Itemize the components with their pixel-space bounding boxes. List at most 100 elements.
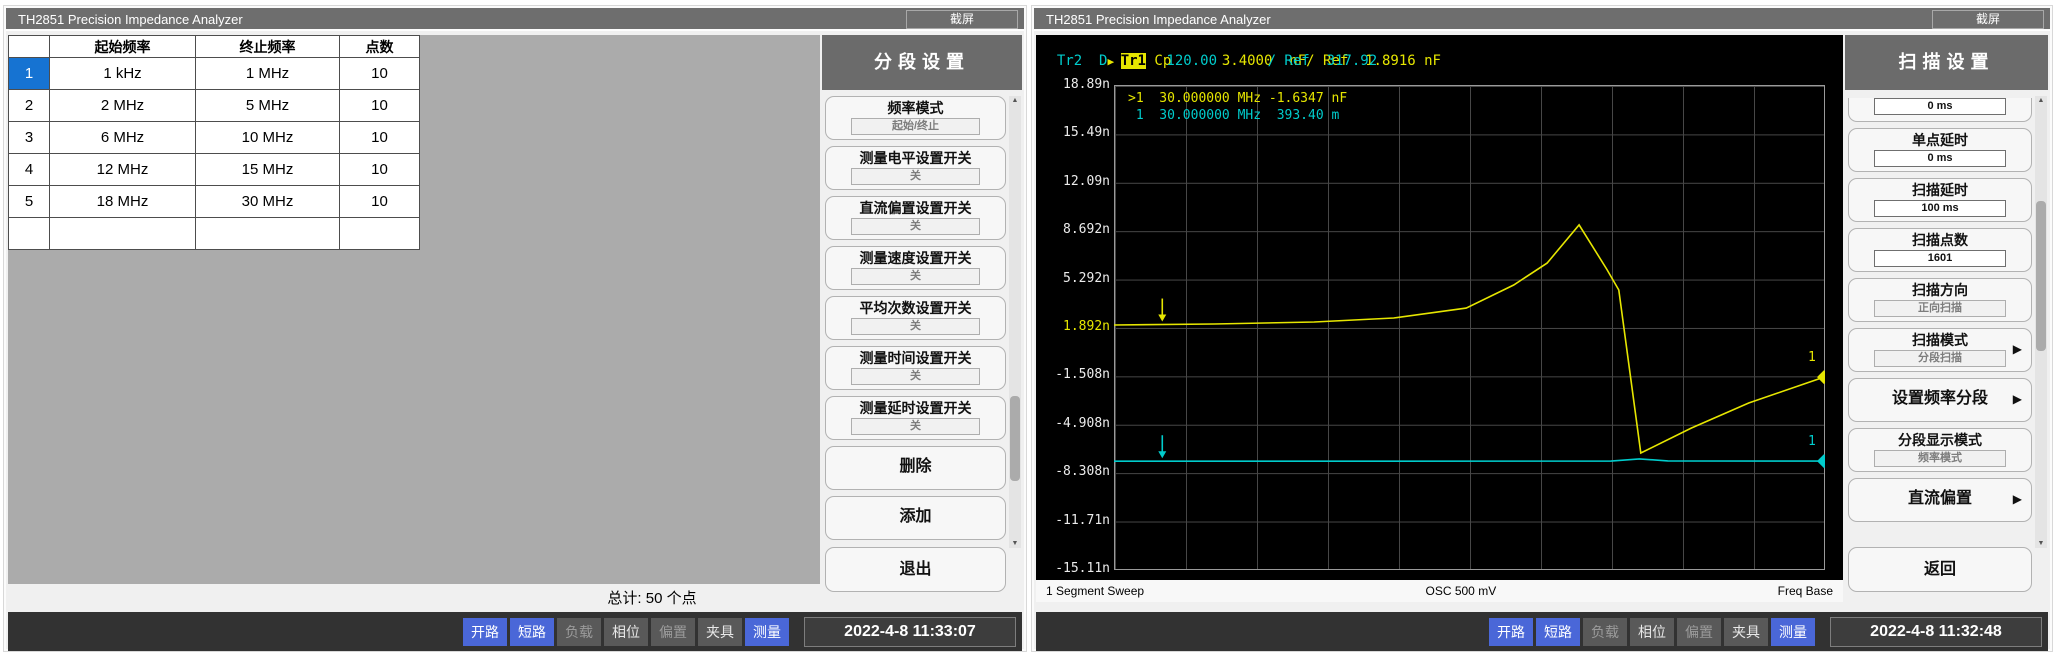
add-button[interactable]: 添加: [825, 496, 1006, 540]
button-label: 删除: [826, 447, 1005, 487]
button-label: 扫描延时: [1849, 179, 2031, 200]
button-label: 扫描模式: [1849, 329, 2031, 350]
row-stop[interactable]: [196, 218, 340, 250]
cal-fixture-button[interactable]: 夹具: [1724, 618, 1768, 646]
submenu-arrow-icon: ▶: [2013, 392, 2022, 406]
screenshot-button[interactable]: 截屏: [1932, 10, 2044, 29]
row-stop[interactable]: 5 MHz: [196, 90, 340, 122]
sweep-direction-button[interactable]: 扫描方向 正向扫描: [1848, 278, 2032, 322]
cal-open-button[interactable]: 开路: [1489, 618, 1533, 646]
cal-phase-button[interactable]: 相位: [604, 618, 648, 646]
table-row[interactable]: 4 12 MHz 15 MHz 10: [9, 154, 420, 186]
table-row[interactable]: 3 6 MHz 10 MHz 10: [9, 122, 420, 154]
row-start[interactable]: 18 MHz: [50, 186, 196, 218]
row-stop[interactable]: 1 MHz: [196, 58, 340, 90]
speed-switch-button[interactable]: 测量速度设置开关 关: [825, 246, 1006, 290]
scroll-thumb[interactable]: [1010, 396, 1020, 481]
set-freq-segments-button[interactable]: 设置频率分段 ▶: [1848, 378, 2032, 422]
row-start[interactable]: 6 MHz: [50, 122, 196, 154]
osc-level-label: OSC 500 mV: [1426, 584, 1497, 598]
y-tick-label: -1.508n: [1036, 367, 1110, 382]
measure-button[interactable]: 测量: [1771, 618, 1815, 646]
row-start[interactable]: [50, 218, 196, 250]
row-stop[interactable]: 15 MHz: [196, 154, 340, 186]
row-stop[interactable]: 10 MHz: [196, 122, 340, 154]
cal-load-button[interactable]: 负载: [1583, 618, 1627, 646]
clock: 2022-4-8 11:33:07: [804, 617, 1016, 647]
row-points[interactable]: 10: [340, 122, 420, 154]
scroll-up-icon[interactable]: ▲: [2035, 97, 2047, 104]
scroll-up-icon[interactable]: ▲: [1009, 97, 1021, 104]
row-points[interactable]: 10: [340, 90, 420, 122]
table-row[interactable]: 5 18 MHz 30 MHz 10: [9, 186, 420, 218]
table-row[interactable]: 1 1 kHz 1 MHz 10: [9, 58, 420, 90]
exit-button[interactable]: 退出: [825, 547, 1006, 592]
window-title: TH2851 Precision Impedance Analyzer: [6, 8, 1024, 31]
row-num[interactable]: 1: [9, 58, 50, 90]
row-num[interactable]: 2: [9, 90, 50, 122]
button-value: 频率模式: [1874, 450, 2005, 467]
scroll-down-icon[interactable]: ▼: [1009, 540, 1021, 547]
row-points[interactable]: 10: [340, 154, 420, 186]
segment-table[interactable]: 起始频率 终止频率 点数 1 1 kHz 1 MHz 10 2 2 MHz 5 …: [8, 35, 420, 250]
average-switch-button[interactable]: 平均次数设置开关 关: [825, 296, 1006, 340]
y-tick-label: 1.892n: [1036, 319, 1110, 334]
dc-bias-switch-button[interactable]: 直流偏置设置开关 关: [825, 196, 1006, 240]
meas-time-switch-button[interactable]: 测量时间设置开关 关: [825, 346, 1006, 390]
cal-open-button[interactable]: 开路: [463, 618, 507, 646]
button-value: 关: [851, 268, 980, 285]
table-row[interactable]: [9, 218, 420, 250]
button-value: 关: [851, 418, 980, 435]
cal-fixture-button[interactable]: 夹具: [698, 618, 742, 646]
scroll-down-icon[interactable]: ▼: [2035, 540, 2047, 547]
screen: TH2851 Precision Impedance Analyzer 截屏 起…: [0, 0, 2056, 655]
sweep-settings-window: TH2851 Precision Impedance Analyzer 截屏 ▶…: [1032, 6, 2052, 651]
row-points[interactable]: 10: [340, 58, 420, 90]
measure-button[interactable]: 测量: [745, 618, 789, 646]
sweep-delay-button[interactable]: 扫描延时 100 ms: [1848, 178, 2032, 222]
row-points[interactable]: [340, 218, 420, 250]
single-point-delay-button[interactable]: 单点延时 0 ms: [1848, 128, 2032, 172]
row-points[interactable]: 10: [340, 186, 420, 218]
button-label: 扫描点数: [1849, 229, 2031, 250]
level-switch-button[interactable]: 测量电平设置开关 关: [825, 146, 1006, 190]
col-header-num: [9, 36, 50, 58]
freq-mode-button[interactable]: 频率模式 起始/终止: [825, 96, 1006, 140]
button-label: 直流偏置设置开关: [826, 197, 1005, 218]
cal-short-button[interactable]: 短路: [510, 618, 554, 646]
row-num[interactable]: 5: [9, 186, 50, 218]
dc-bias-button[interactable]: 直流偏置 ▶: [1848, 478, 2032, 522]
table-header-row: 起始频率 终止频率 点数: [9, 36, 420, 58]
meas-delay-switch-button[interactable]: 测量延时设置开关 关: [825, 396, 1006, 440]
row-start[interactable]: 1 kHz: [50, 58, 196, 90]
cal-load-button[interactable]: 负载: [557, 618, 601, 646]
panel-scroll-area: 频率模式 起始/终止 测量电平设置开关 关 直流偏置设置开关 关 测量速度设置开…: [824, 96, 1007, 548]
back-button[interactable]: 返回: [1848, 547, 2032, 592]
submenu-arrow-icon: ▶: [2013, 342, 2022, 356]
chart-zone: ▶ Tr1 Cp 3.4000 nF/ Ref 1.8916 nF Tr2 D …: [1036, 35, 1843, 580]
row-start[interactable]: 2 MHz: [50, 90, 196, 122]
cal-short-button[interactable]: 短路: [1536, 618, 1580, 646]
screenshot-button[interactable]: 截屏: [906, 10, 1018, 29]
row-num[interactable]: 3: [9, 122, 50, 154]
delete-button[interactable]: 删除: [825, 446, 1006, 490]
row-start[interactable]: 12 MHz: [50, 154, 196, 186]
sweep-info-bar: 1 Segment Sweep OSC 500 mV Freq Base: [1036, 580, 1843, 602]
cal-bias-button[interactable]: 偏置: [651, 618, 695, 646]
segment-display-mode-button[interactable]: 分段显示模式 频率模式: [1848, 428, 2032, 472]
row-num[interactable]: [9, 218, 50, 250]
button-label: 测量电平设置开关: [826, 147, 1005, 168]
panel-scrollbar[interactable]: ▲ ▼: [2035, 96, 2047, 548]
svg-text:1: 1: [1808, 434, 1816, 449]
row-stop[interactable]: 30 MHz: [196, 186, 340, 218]
button-value: 分段扫描: [1874, 350, 2005, 367]
sweep-points-button[interactable]: 扫描点数 1601: [1848, 228, 2032, 272]
panel-scrollbar[interactable]: ▲ ▼: [1009, 96, 1021, 548]
scroll-thumb[interactable]: [2036, 201, 2046, 351]
point-delay-button-partial[interactable]: 0 ms: [1848, 98, 2032, 122]
cal-phase-button[interactable]: 相位: [1630, 618, 1674, 646]
row-num[interactable]: 4: [9, 154, 50, 186]
sweep-mode-button[interactable]: 扫描模式 分段扫描 ▶: [1848, 328, 2032, 372]
cal-bias-button[interactable]: 偏置: [1677, 618, 1721, 646]
table-row[interactable]: 2 2 MHz 5 MHz 10: [9, 90, 420, 122]
